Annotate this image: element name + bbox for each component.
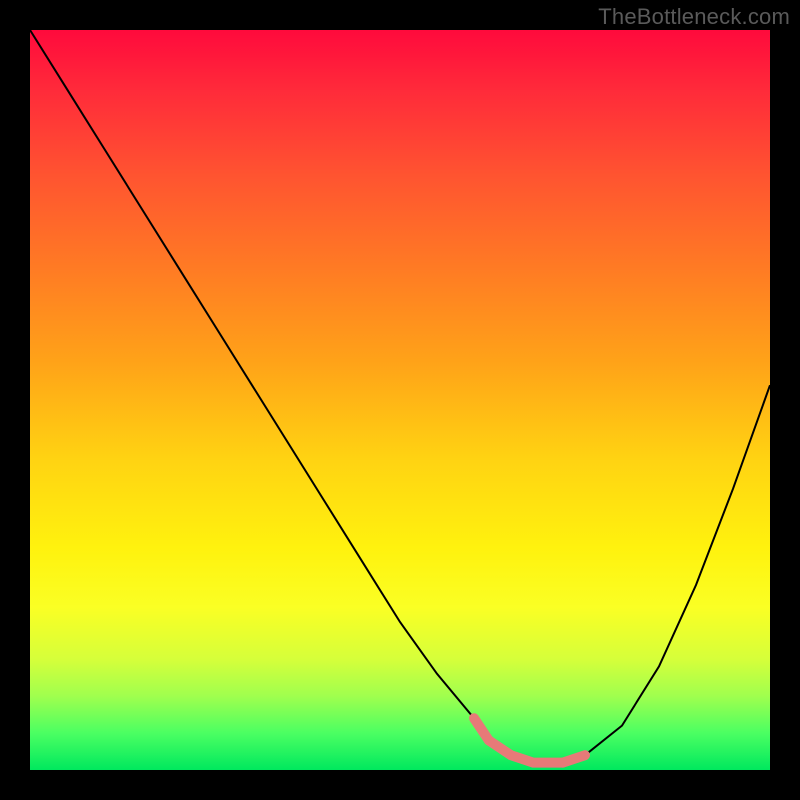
highlight-flat-icon (489, 740, 563, 762)
bottleneck-curve (30, 30, 770, 763)
plot-area (30, 30, 770, 770)
curve-svg (30, 30, 770, 770)
watermark-text: TheBottleneck.com (598, 4, 790, 30)
chart-frame: TheBottleneck.com (0, 0, 800, 800)
highlight-right-icon (563, 755, 585, 762)
